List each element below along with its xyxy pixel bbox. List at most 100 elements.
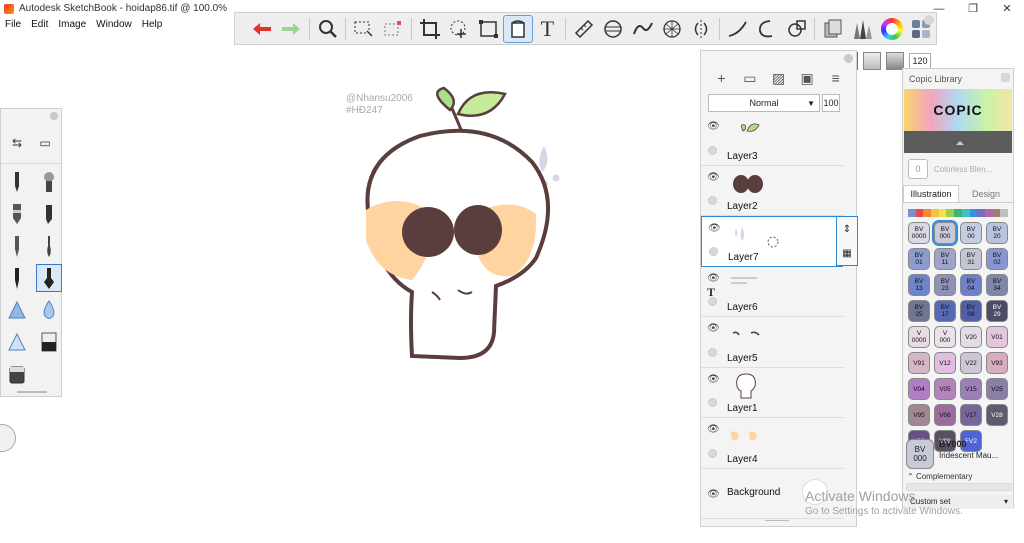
brush-size-field[interactable]: 120 bbox=[909, 53, 931, 69]
eye-icon[interactable]: 👁 bbox=[707, 424, 720, 435]
eye-icon[interactable]: 👁 bbox=[707, 374, 720, 385]
ellipse-tool-icon[interactable] bbox=[752, 15, 781, 43]
ellipse-guide-icon[interactable] bbox=[598, 15, 627, 43]
fill-bucket-icon[interactable] bbox=[503, 14, 533, 43]
copic-marker-swatch[interactable]: BV 20 bbox=[986, 222, 1008, 244]
color-family-chip[interactable] bbox=[961, 209, 970, 217]
eye-icon[interactable]: 👁 bbox=[708, 223, 721, 234]
layer-editor-close-icon[interactable] bbox=[844, 54, 853, 63]
copic-marker-swatch[interactable]: BV 11 bbox=[934, 248, 956, 270]
layer-row[interactable]: 👁 T Layer6 bbox=[701, 266, 844, 317]
copic-marker-swatch[interactable]: BV 04 bbox=[960, 274, 982, 296]
color-family-chip[interactable] bbox=[931, 209, 939, 217]
brush-properties-icon[interactable]: ⇆ bbox=[4, 129, 30, 157]
layer-editor-grip[interactable] bbox=[765, 520, 789, 522]
color-family-chip[interactable] bbox=[908, 209, 916, 217]
eye-icon[interactable]: 👁 bbox=[707, 172, 720, 183]
fine-pen-icon[interactable] bbox=[36, 264, 62, 292]
color-family-chip[interactable] bbox=[992, 209, 1001, 217]
copic-marker-swatch[interactable]: BV 02 bbox=[986, 248, 1008, 270]
distort-icon[interactable] bbox=[474, 15, 503, 43]
ruler-icon[interactable] bbox=[569, 15, 598, 43]
blur-drop-icon[interactable] bbox=[36, 296, 62, 324]
copic-marker-swatch[interactable]: BV 000 bbox=[932, 220, 958, 246]
layer-lock-dot[interactable] bbox=[708, 145, 717, 155]
copic-marker-swatch[interactable]: V 000 bbox=[934, 326, 956, 348]
layer-lock-dot[interactable] bbox=[708, 297, 717, 306]
zoom-icon[interactable] bbox=[313, 15, 342, 43]
copic-marker-swatch[interactable]: V93 bbox=[986, 352, 1008, 374]
layer-opacity-field[interactable]: 100 bbox=[822, 94, 840, 112]
color-family-chip[interactable] bbox=[938, 209, 947, 217]
layer-lock-dot[interactable] bbox=[708, 347, 717, 357]
undo-icon[interactable] bbox=[247, 15, 276, 43]
layer-row[interactable]: 👁 Layer2 bbox=[701, 165, 844, 216]
maximize-button[interactable]: ❐ bbox=[956, 0, 990, 17]
copic-marker-swatch[interactable]: BV 23 bbox=[934, 274, 956, 296]
layer-options-icon[interactable]: ▦ bbox=[842, 248, 851, 259]
copic-marker-swatch[interactable]: V91 bbox=[908, 352, 930, 374]
chisel-marker-icon[interactable] bbox=[36, 200, 62, 228]
soft-eraser-icon[interactable] bbox=[4, 360, 30, 388]
fill-layer-icon[interactable]: ▣ bbox=[797, 70, 817, 87]
selection-icon[interactable] bbox=[349, 15, 378, 43]
eraser-icon[interactable] bbox=[36, 328, 62, 356]
copic-close-icon[interactable] bbox=[1001, 73, 1010, 82]
texture-swatch[interactable] bbox=[863, 52, 881, 70]
menu-image[interactable]: Image bbox=[53, 17, 91, 32]
copic-marker-swatch[interactable]: BV 17 bbox=[934, 300, 956, 322]
colorless-blender-row[interactable]: 0 Colorless Blen... bbox=[903, 153, 1013, 185]
eye-icon[interactable]: 👁 bbox=[707, 121, 720, 132]
move-layer-icon[interactable]: ⇕ bbox=[843, 224, 851, 235]
copic-marker-swatch[interactable]: V04 bbox=[908, 378, 930, 400]
copic-marker-swatch[interactable]: V01 bbox=[986, 326, 1008, 348]
complementary-toggle[interactable]: ⌃ Complementary bbox=[907, 472, 972, 481]
menu-edit[interactable]: Edit bbox=[26, 17, 53, 32]
copic-marker-swatch[interactable]: V15 bbox=[960, 378, 982, 400]
copic-marker-swatch[interactable]: BV 00 bbox=[960, 222, 982, 244]
layer-lock-dot[interactable] bbox=[708, 196, 717, 205]
color-family-chip[interactable] bbox=[946, 209, 955, 217]
stroke-icon[interactable] bbox=[723, 15, 752, 43]
copic-collapse-bar[interactable] bbox=[904, 131, 1012, 153]
copic-marker-swatch[interactable]: BV 13 bbox=[908, 274, 930, 296]
copic-marker-swatch[interactable]: BV 25 bbox=[908, 300, 930, 322]
layer-row-selected[interactable]: 👁 Layer7 ⇕ ▦ bbox=[701, 216, 858, 267]
brush-library-icon[interactable] bbox=[848, 15, 877, 43]
copic-marker-swatch[interactable]: BV 29 bbox=[986, 300, 1008, 322]
color-family-chip[interactable] bbox=[923, 209, 932, 217]
copic-marker-swatch[interactable]: V 0000 bbox=[908, 326, 930, 348]
copic-marker-swatch[interactable]: BV 01 bbox=[908, 248, 930, 270]
transform-selection-icon[interactable] bbox=[379, 15, 408, 43]
tab-design[interactable]: Design bbox=[959, 185, 1013, 202]
add-layer-icon[interactable]: + bbox=[711, 70, 731, 86]
copic-marker-swatch[interactable]: V17 bbox=[960, 404, 982, 426]
brush-palette-grip[interactable] bbox=[17, 391, 47, 393]
layer-row[interactable]: 👁 Layer4 bbox=[701, 418, 844, 469]
text-tool-icon[interactable]: T bbox=[533, 15, 562, 43]
color-family-chip[interactable] bbox=[969, 209, 978, 217]
copic-marker-swatch[interactable]: BV 08 bbox=[960, 300, 982, 322]
smudge-icon[interactable] bbox=[4, 296, 30, 324]
color-family-chip[interactable] bbox=[977, 209, 985, 217]
color-family-chip[interactable] bbox=[954, 209, 962, 217]
copic-marker-swatch[interactable]: V95 bbox=[908, 404, 930, 426]
shapes-icon[interactable] bbox=[782, 15, 811, 43]
copic-marker-swatch[interactable]: V22 bbox=[960, 352, 982, 374]
copic-marker-swatch[interactable]: BV 0000 bbox=[908, 222, 930, 244]
current-color-swatch[interactable]: BV 000 bbox=[906, 439, 934, 469]
copic-marker-swatch[interactable]: BV 31 bbox=[960, 248, 982, 270]
lasso-move-icon[interactable] bbox=[444, 15, 473, 43]
layer-row[interactable]: 👁 Layer5 bbox=[701, 317, 844, 368]
layer-editor-icon[interactable] bbox=[818, 15, 847, 43]
copic-marker-swatch[interactable]: V06 bbox=[934, 404, 956, 426]
layer-lock-dot[interactable] bbox=[708, 448, 717, 458]
color-family-chip[interactable] bbox=[915, 209, 924, 217]
lagoon-puck[interactable] bbox=[0, 424, 16, 452]
toolbar-close-icon[interactable] bbox=[924, 15, 934, 25]
menu-help[interactable]: Help bbox=[137, 17, 168, 32]
inking-pen-icon[interactable] bbox=[4, 264, 30, 292]
menu-file[interactable]: File bbox=[0, 17, 26, 32]
layer-row[interactable]: 👁 Layer3 bbox=[701, 115, 844, 166]
airbrush-icon[interactable] bbox=[36, 168, 62, 196]
